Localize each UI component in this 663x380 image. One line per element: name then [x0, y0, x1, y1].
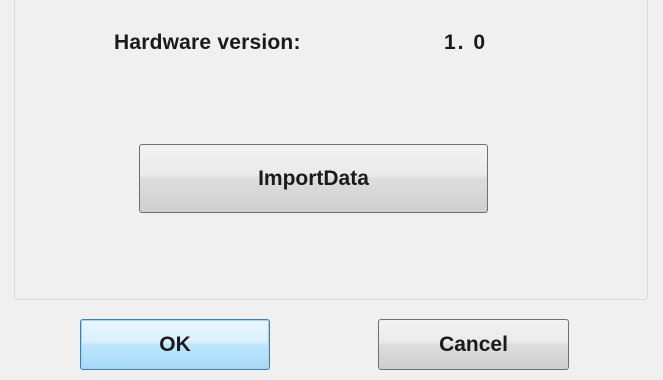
- cancel-button[interactable]: Cancel: [378, 319, 569, 370]
- hardware-version-value: 1. 0: [444, 31, 488, 54]
- dialog-body: Hardware version: 1. 0 ImportData OK Can…: [0, 0, 663, 380]
- ok-button[interactable]: OK: [80, 319, 270, 370]
- hardware-version-row: Hardware version: 1. 0: [15, 31, 647, 61]
- import-data-button[interactable]: ImportData: [139, 144, 488, 213]
- hardware-version-label: Hardware version:: [114, 31, 301, 54]
